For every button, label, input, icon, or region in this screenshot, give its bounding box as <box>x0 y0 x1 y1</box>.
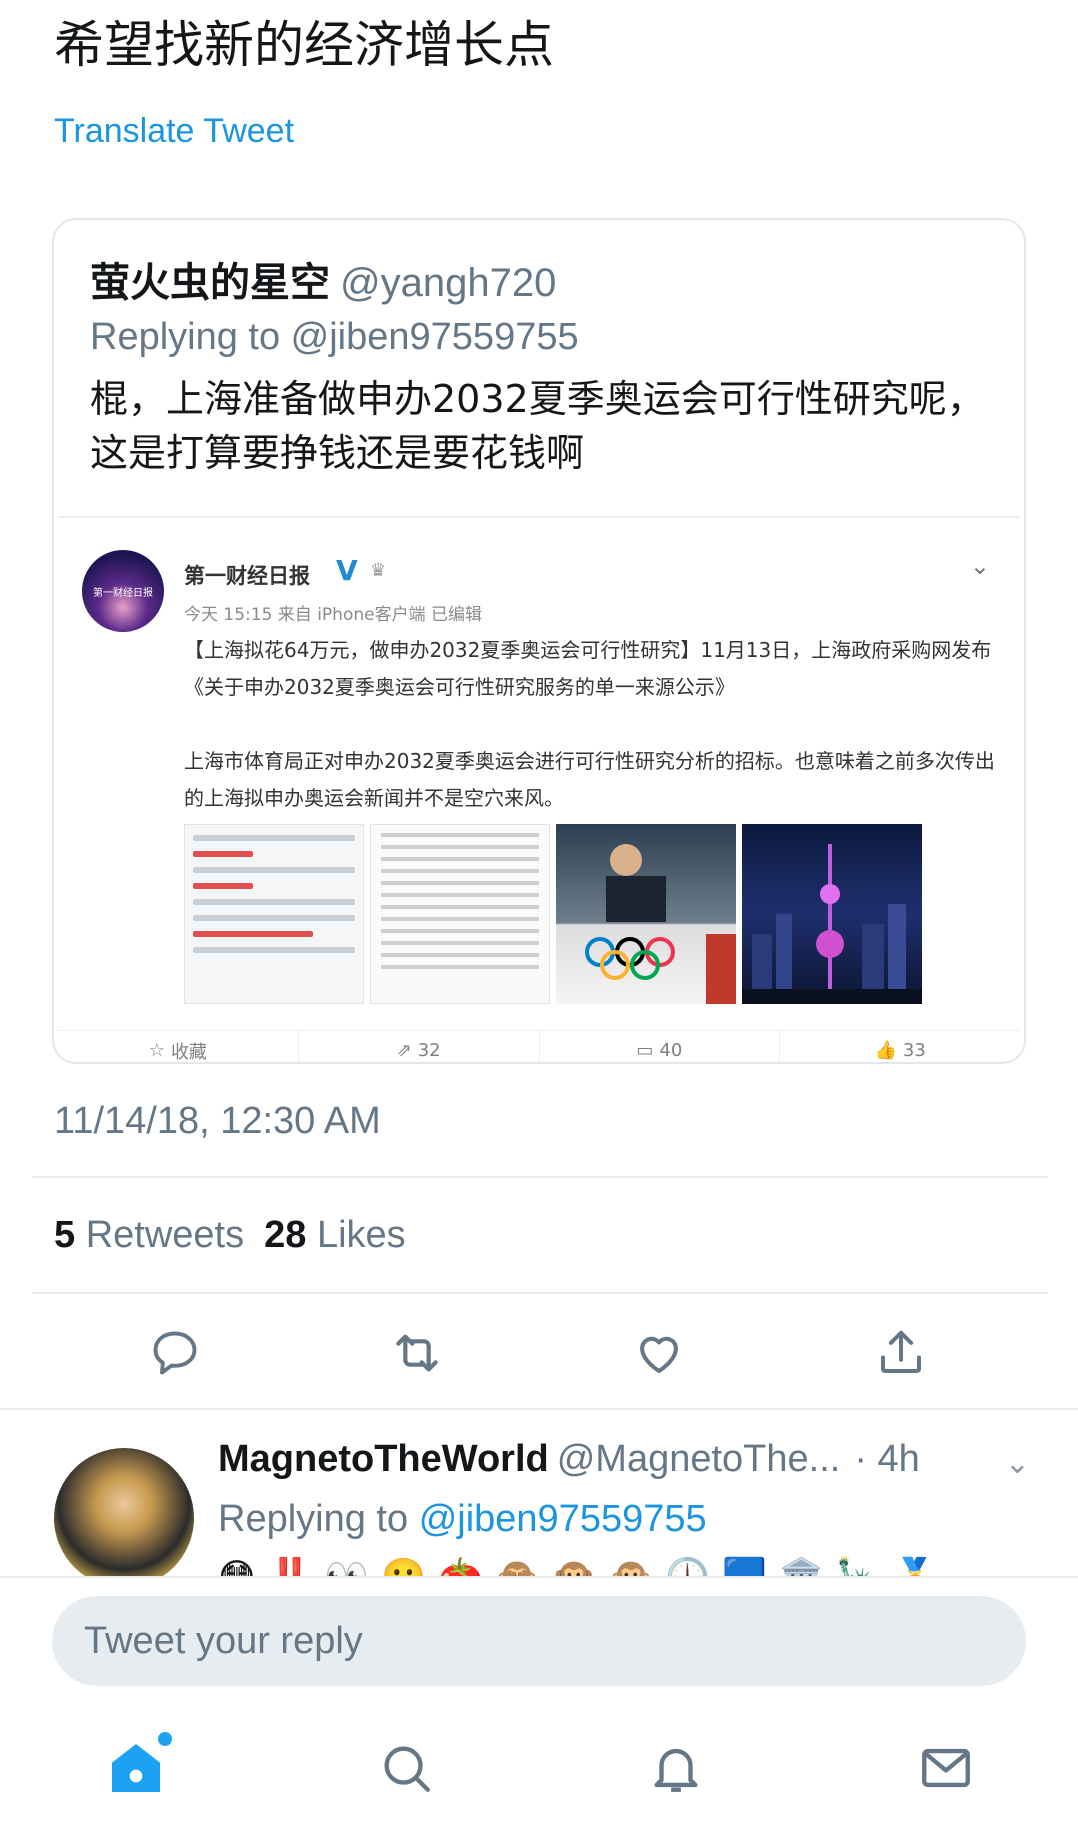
star-icon: ☆ <box>148 1040 165 1061</box>
tab-messages[interactable] <box>906 1728 986 1808</box>
weibo-meta: 今天 15:15 来自 iPhone客户端 已编辑 <box>184 605 482 625</box>
chevron-down-icon: ⌄ <box>969 552 990 580</box>
weibo-avatar-text: 第一财经日报 <box>93 587 153 599</box>
replying-handle-link[interactable]: @jiben97559755 <box>419 1498 707 1540</box>
reply-author-handle: @MagnetoThe... <box>556 1438 841 1480</box>
weibo-repost: ⇗ 32 <box>299 1031 540 1062</box>
tweet-timestamp: 11/14/18, 12:30 AM <box>54 1100 381 1142</box>
weibo-image-document <box>370 824 550 1004</box>
weibo-repost-count: 32 <box>417 1040 441 1061</box>
likes-label: Likes <box>316 1214 406 1256</box>
weibo-paragraph: 上海市体育局正对申办2032夏季奥运会进行可行性研究分析的招标。也意味着之前多次… <box>184 749 995 810</box>
reply-composer: Tweet your reply <box>0 1576 1078 1686</box>
divider <box>32 1176 1048 1178</box>
weibo-favorite-label: 收藏 <box>170 1041 207 1063</box>
search-icon <box>384 1746 430 1792</box>
weibo-favorite: ☆ 收藏 <box>58 1031 299 1063</box>
weibo-like: 👍 33 <box>780 1031 1020 1062</box>
weibo-image-webpage <box>184 824 364 1004</box>
retweet-icon <box>396 1334 438 1372</box>
likes-count: 28 <box>264 1214 307 1256</box>
divider <box>32 1292 1048 1294</box>
reply-time: · 4h <box>854 1438 920 1480</box>
quoted-author-name: 萤火虫的星空 <box>90 260 330 306</box>
weibo-author-name: 第一财经日报 <box>184 564 310 588</box>
home-icon <box>112 1744 160 1792</box>
repost-icon: ⇗ <box>396 1040 412 1061</box>
reply-text: 😳‼️👀🙂🍅🙈🙉🙊🕛🟦🏛️🗽🏅 <box>218 1556 949 1576</box>
translate-tweet-link[interactable]: Translate Tweet <box>54 112 294 151</box>
share-icon <box>880 1330 922 1374</box>
mail-icon <box>922 1748 970 1788</box>
chevron-down-icon[interactable]: ⌄ <box>1005 1446 1030 1481</box>
weibo-comment: ▭ 40 <box>540 1031 781 1062</box>
weibo-action-bar: ☆ 收藏 ⇗ 32 ▭ 40 👍 33 <box>58 1030 1020 1063</box>
weibo-member-icon: ♛ <box>370 560 387 581</box>
reply-button[interactable] <box>140 1318 210 1388</box>
bell-icon <box>654 1748 698 1792</box>
weibo-avatar: 第一财经日报 <box>82 550 164 632</box>
tweet-text: 希望找新的经济增长点 <box>54 16 554 74</box>
weibo-paragraph: 【上海拟花64万元，做申办2032夏季奥运会可行性研究】11月13日，上海政府采… <box>184 638 992 699</box>
reply-tweet[interactable]: MagnetoTheWorld @MagnetoThe... · 4h ⌄ Repl… <box>0 1414 1078 1576</box>
thumbs-up-icon: 👍 <box>874 1040 897 1061</box>
reply-input[interactable]: Tweet your reply <box>52 1596 1026 1686</box>
weibo-screenshot: 第一财经日报 第一财经日报 V ♛ ⌄ 今天 15:15 来自 iPhone客户… <box>58 516 1020 1063</box>
reply-author-name: MagnetoTheWorld <box>218 1438 549 1480</box>
weibo-comment-count: 40 <box>659 1040 683 1061</box>
heart-icon <box>640 1336 678 1374</box>
weibo-body: 【上海拟花64万元，做申办2032夏季奥运会可行性研究】11月13日，上海政府采… <box>184 632 1004 854</box>
weibo-image-city-night <box>742 824 922 1004</box>
reply-header: MagnetoTheWorld @MagnetoThe... · 4h <box>218 1438 920 1481</box>
comment-icon: ▭ <box>636 1040 654 1061</box>
retweet-button[interactable] <box>382 1318 452 1388</box>
tab-notifications[interactable] <box>636 1728 716 1808</box>
replying-prefix: Replying to <box>218 1498 409 1540</box>
weibo-image-olympic-podium <box>556 824 736 1004</box>
weibo-verified-icon: V <box>336 554 358 587</box>
quoted-replying-to: Replying to @jiben97559755 <box>90 316 579 358</box>
retweets-count: 5 <box>54 1214 76 1256</box>
weibo-like-count: 33 <box>902 1040 926 1061</box>
notification-dot <box>158 1732 172 1746</box>
weibo-image-grid <box>184 824 922 1004</box>
quoted-tweet-header: 萤火虫的星空 @yangh720 <box>90 250 556 308</box>
tab-home[interactable] <box>96 1728 176 1808</box>
quoted-tweet-text: 棍，上海准备做申办2032夏季奥运会可行性研究呢，这是打算要挣钱还是要花钱啊 <box>90 377 985 475</box>
tab-search[interactable] <box>366 1728 446 1808</box>
tweet-stats: 5 Retweets 28 Likes <box>54 1214 406 1257</box>
quoted-tweet-card[interactable]: 萤火虫的星空 @yangh720 Replying to @jiben975597… <box>52 218 1026 1064</box>
retweets-stat[interactable]: 5 Retweets <box>54 1214 244 1256</box>
retweets-label: Retweets <box>85 1214 245 1256</box>
quoted-author-handle: @yangh720 <box>340 261 557 305</box>
avatar[interactable] <box>54 1448 194 1576</box>
divider <box>0 1408 1078 1410</box>
reply-replying-to: Replying to @jiben97559755 <box>218 1498 707 1541</box>
tweet-action-bar <box>0 1318 1078 1388</box>
share-button[interactable] <box>866 1318 936 1388</box>
likes-stat[interactable]: 28 Likes <box>264 1214 406 1256</box>
bottom-tab-bar <box>0 1700 1078 1838</box>
reply-icon <box>153 1331 197 1375</box>
like-button[interactable] <box>624 1318 694 1388</box>
